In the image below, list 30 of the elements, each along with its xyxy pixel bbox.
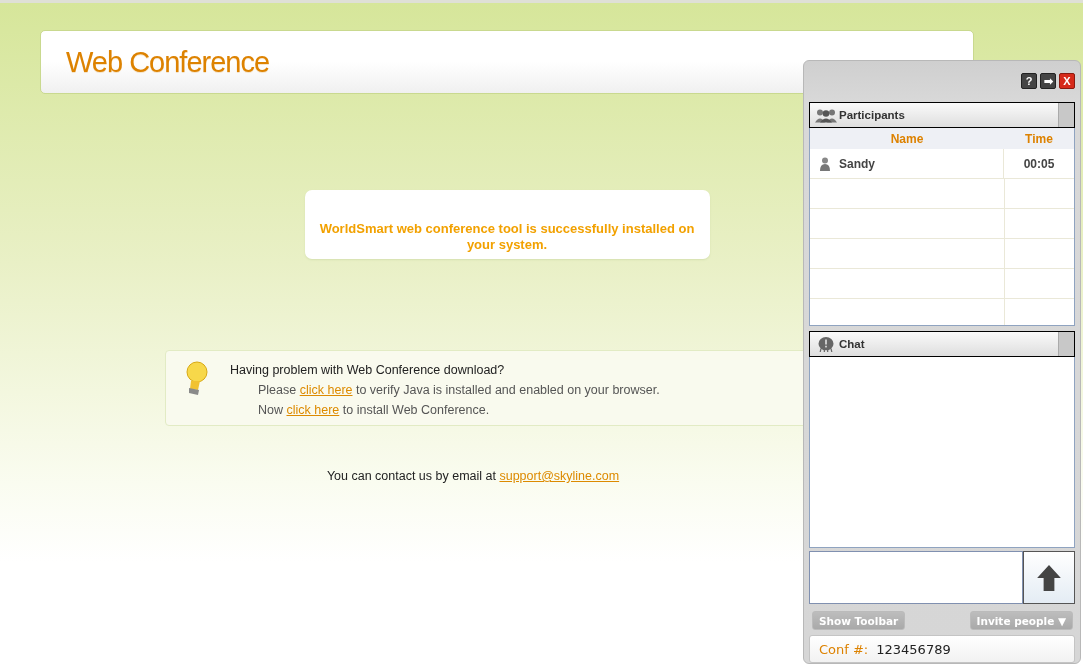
chat-title: Chat: [839, 338, 865, 350]
participant-name: Sandy: [839, 156, 875, 171]
participants-title: Participants: [839, 109, 905, 121]
column-header: Name: [889, 130, 925, 148]
close-button[interactable]: X: [1059, 73, 1075, 89]
people-icon: [815, 107, 837, 123]
participant-time: 00:05: [1022, 155, 1056, 173]
person-icon: [820, 156, 830, 171]
status-message: WorldSmart web conference tool is successfully installed on your system.: [304, 190, 710, 259]
click-here-link[interactable]: click here: [286, 403, 340, 417]
conference-label: Conf #:: [819, 641, 869, 657]
column-header: Time: [1024, 130, 1054, 148]
light-bulb-icon: [184, 361, 208, 397]
send-button[interactable]: [1023, 551, 1075, 604]
participant-row[interactable]: Sandy 00:05: [810, 149, 1074, 179]
grip-handle[interactable]: [1058, 103, 1074, 127]
help-button[interactable]: ?: [1021, 73, 1037, 89]
help-instruction: Now click here to install Web Conference.: [257, 402, 491, 419]
help-heading: Having problem with Web Conference download?: [230, 362, 506, 379]
grip-handle[interactable]: [1058, 332, 1074, 356]
message-input[interactable]: [809, 551, 1023, 604]
invite-people-button[interactable]: Invite people ▼: [969, 611, 1073, 630]
conference-number: 123456789: [876, 641, 951, 657]
page-title: Web Conference: [66, 45, 270, 79]
help-instruction: Please click here to verify Java is installed and enabled on your browser.: [257, 382, 660, 399]
up-arrow-icon: [1036, 563, 1062, 592]
email-link[interactable]: support@skyline.com: [499, 469, 620, 483]
click-here-link[interactable]: click here: [299, 383, 353, 397]
next-button[interactable]: ➡: [1040, 73, 1056, 89]
show-toolbar-button[interactable]: Show Toolbar: [812, 611, 906, 630]
